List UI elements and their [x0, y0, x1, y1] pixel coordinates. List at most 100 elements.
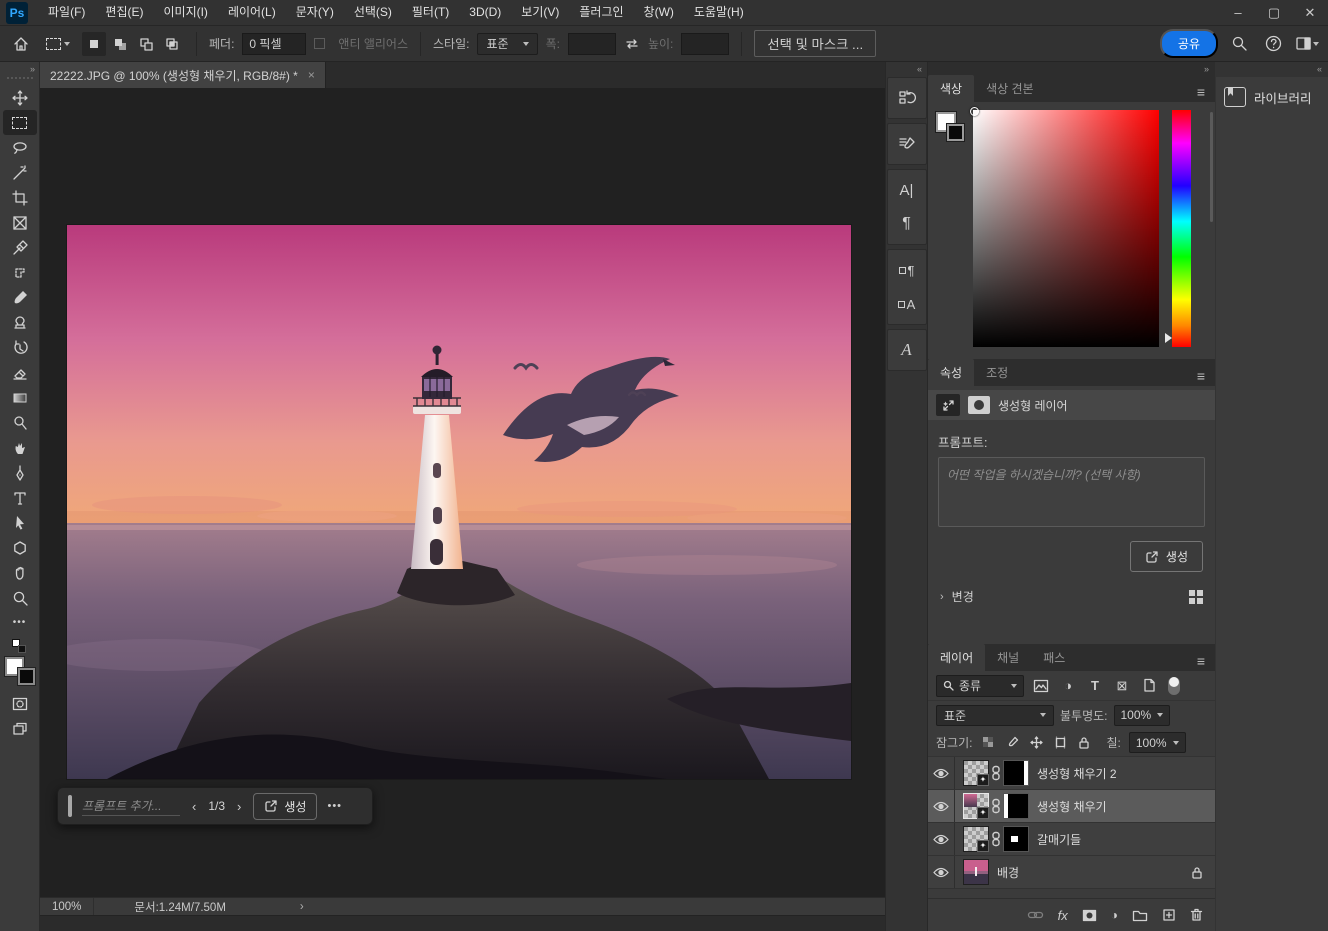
layer-mask-chip[interactable] [968, 396, 990, 414]
history-panel-button[interactable] [889, 82, 925, 114]
layer-name[interactable]: 갈매기들 [1037, 831, 1081, 848]
zoom-level-field[interactable]: 100% [40, 898, 95, 915]
tool-move[interactable] [3, 85, 37, 110]
panel-menu-icon[interactable]: ≡ [1187, 653, 1215, 671]
mask-link-icon[interactable] [991, 765, 1001, 781]
variations-row[interactable]: › 변경 [928, 572, 1215, 605]
properties-prompt-textarea[interactable] [938, 457, 1205, 527]
tool-spot-healing[interactable] [3, 260, 37, 285]
quick-mask-button[interactable] [3, 691, 37, 716]
tool-type[interactable] [3, 485, 37, 510]
visibility-cell[interactable] [928, 757, 955, 789]
menu-file[interactable]: 파일(F) [38, 0, 95, 25]
tool-crop[interactable] [3, 185, 37, 210]
tool-zoom[interactable] [3, 585, 37, 610]
tool-rectangular-marquee[interactable] [2, 110, 37, 135]
panel-menu-icon[interactable]: ≡ [1187, 368, 1215, 386]
fill-field[interactable]: 100% [1128, 732, 1186, 753]
menu-layer[interactable]: 레이어(L) [218, 0, 286, 25]
tab-paths[interactable]: 패스 [1031, 644, 1077, 671]
paragraph-panel-button[interactable]: ¶ [889, 208, 925, 240]
filter-kind-select[interactable]: 종류 [936, 674, 1024, 697]
link-layers-button[interactable] [1027, 909, 1044, 921]
visibility-cell[interactable] [928, 856, 955, 888]
visibility-cell[interactable] [928, 790, 955, 822]
toolbar-more-button[interactable]: ••• [3, 610, 37, 635]
menu-image[interactable]: 이미지(I) [153, 0, 217, 25]
tool-eyedropper[interactable] [3, 235, 37, 260]
subtract-selection-button[interactable] [134, 32, 158, 56]
tool-gradient[interactable] [3, 385, 37, 410]
layer-row-selected[interactable]: ✦ 생성형 채우기 [928, 790, 1215, 823]
lock-artboard-button[interactable] [1052, 735, 1068, 751]
tab-adjustments[interactable]: 조정 [974, 359, 1020, 386]
hue-slider[interactable] [1165, 110, 1191, 347]
new-layer-button[interactable] [1162, 908, 1176, 922]
menu-filter[interactable]: 필터(T) [402, 0, 459, 25]
more-options-button[interactable]: ••• [327, 800, 342, 812]
mask-link-icon[interactable] [991, 831, 1001, 847]
layer-thumbnail[interactable]: ✦ [963, 760, 989, 786]
home-button[interactable] [8, 31, 34, 57]
filter-toggle-switch[interactable] [1168, 676, 1180, 695]
filter-shape-layers-button[interactable]: ⊠ [1112, 676, 1132, 696]
layer-name[interactable]: 생성형 채우기 [1037, 798, 1107, 815]
add-selection-button[interactable] [108, 32, 132, 56]
help-button[interactable] [1260, 31, 1286, 57]
feather-input[interactable] [242, 32, 307, 55]
menu-3d[interactable]: 3D(D) [459, 0, 511, 25]
layer-mask-thumbnail[interactable] [1003, 793, 1029, 819]
filter-type-layers-button[interactable]: T [1085, 676, 1105, 696]
filter-pixel-layers-button[interactable] [1031, 676, 1051, 696]
panel-scrollbar[interactable] [1210, 112, 1213, 222]
menu-edit[interactable]: 편집(E) [95, 0, 153, 25]
antialias-checkbox[interactable] [314, 38, 326, 49]
delete-layer-button[interactable] [1190, 908, 1203, 922]
layer-thumbnail[interactable]: ✦ [963, 793, 989, 819]
tab-channels[interactable]: 채널 [985, 644, 1031, 671]
layer-mask-thumbnail[interactable] [1003, 826, 1029, 852]
tab-layers[interactable]: 레이어 [928, 644, 986, 671]
screen-mode-button[interactable] [3, 716, 37, 741]
lock-pixels-button[interactable] [1004, 735, 1020, 751]
layer-name[interactable]: 배경 [997, 864, 1019, 881]
layer-row[interactable]: ✦ 갈매기들 [928, 823, 1215, 856]
drag-handle-icon[interactable] [68, 795, 72, 817]
canvas-image[interactable] [67, 225, 851, 779]
blend-mode-select[interactable]: 표준 [936, 704, 1054, 726]
status-expand-button[interactable]: › [240, 901, 304, 913]
layer-thumbnail[interactable] [963, 859, 989, 885]
new-selection-button[interactable] [82, 31, 106, 56]
background-color-swatch[interactable] [946, 123, 965, 142]
swap-dimensions-icon[interactable] [624, 37, 640, 51]
filter-adjustment-layers-button[interactable]: ◑ [1058, 676, 1078, 696]
properties-generate-button[interactable]: 생성 [1129, 541, 1203, 572]
menu-help[interactable]: 도움말(H) [684, 0, 754, 25]
panel-menu-icon[interactable]: ≡ [1187, 84, 1215, 102]
tab-close-icon[interactable]: × [308, 68, 315, 82]
mask-link-icon[interactable] [991, 798, 1001, 814]
minimize-button[interactable]: – [1220, 0, 1256, 26]
tool-shape[interactable] [3, 535, 37, 560]
saturation-brightness-field[interactable] [970, 107, 1159, 347]
menu-type[interactable]: 문자(Y) [286, 0, 344, 25]
search-button[interactable] [1226, 31, 1252, 57]
next-variation-button[interactable]: › [235, 799, 243, 814]
height-input[interactable] [681, 32, 730, 55]
tab-color[interactable]: 색상 [928, 75, 975, 102]
share-button[interactable]: 공유 [1159, 29, 1218, 58]
visibility-cell[interactable] [928, 823, 955, 855]
opacity-field[interactable]: 100% [1113, 704, 1171, 726]
generate-button[interactable]: 생성 [253, 792, 318, 820]
tool-eraser[interactable] [3, 360, 37, 385]
tool-clone-stamp[interactable] [3, 310, 37, 335]
workspace-button[interactable] [1294, 31, 1320, 57]
tool-history-brush[interactable] [3, 335, 37, 360]
paragraph-styles-panel-button[interactable]: ¶ [889, 254, 925, 286]
tab-swatches[interactable]: 색상 견본 [974, 75, 1046, 102]
document-tab[interactable]: 22222.JPG @ 100% (생성형 채우기, RGB/8#) * × [40, 62, 326, 88]
hue-slider-marker[interactable] [1165, 333, 1172, 343]
character-panel-button[interactable]: A| [889, 174, 925, 206]
libraries-panel-button[interactable]: 라이브러리 [1216, 77, 1328, 117]
default-colors-button[interactable] [11, 639, 28, 653]
